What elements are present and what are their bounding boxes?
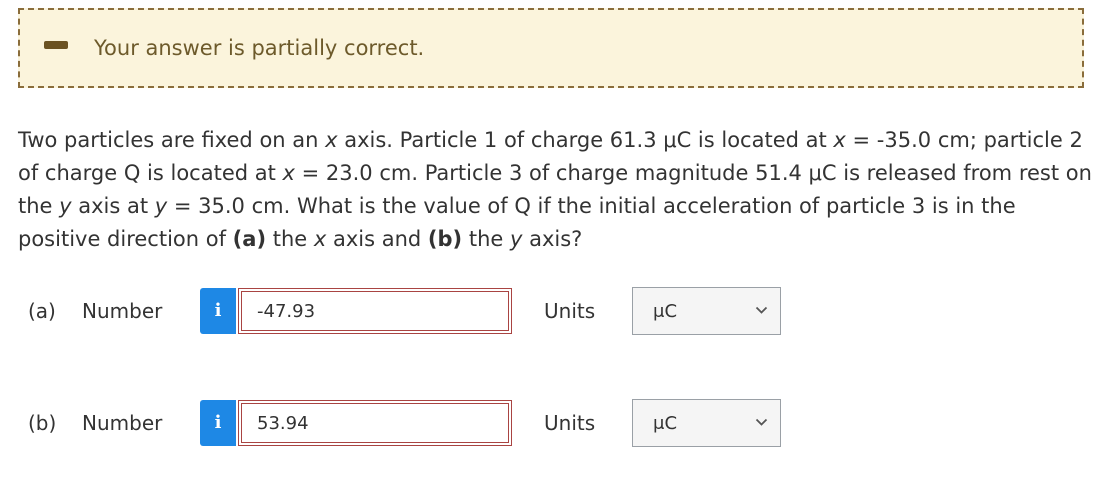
question-fragment: axis? <box>522 227 583 251</box>
question-variable: y <box>509 227 523 251</box>
part-label-a: (a) <box>28 299 56 323</box>
number-label-b: Number <box>82 411 163 435</box>
units-selected-value-a: μC <box>653 301 678 322</box>
info-icon[interactable]: i <box>200 400 236 446</box>
question-fragment: the <box>462 227 510 251</box>
units-selected-value-b: μC <box>653 413 678 434</box>
partial-correct-icon <box>44 41 68 49</box>
units-select-a[interactable]: μC <box>632 287 781 335</box>
question-fragment: axis. Particle 1 of charge 61.3 μC is lo… <box>337 128 834 152</box>
answer-input-a[interactable] <box>238 288 512 334</box>
chevron-down-icon <box>755 418 768 426</box>
answer-input-b[interactable] <box>238 400 512 446</box>
answer-row-a: (a) Number i Units μC <box>0 287 1114 337</box>
question-part-marker: (a) <box>232 227 267 251</box>
question-fragment: Two particles are fixed on an <box>18 128 326 152</box>
part-label-b: (b) <box>28 411 57 435</box>
answer-row-b: (b) Number i Units μC <box>0 399 1114 449</box>
units-select-b[interactable]: μC <box>632 399 781 447</box>
question-variable: y <box>154 194 168 218</box>
info-icon[interactable]: i <box>200 288 236 334</box>
question-fragment: axis at <box>71 194 155 218</box>
units-label-b: Units <box>544 411 596 435</box>
question-variable: y <box>59 194 72 218</box>
feedback-banner: Your answer is partially correct. <box>18 8 1084 88</box>
feedback-message: Your answer is partially correct. <box>94 36 425 60</box>
question-variable: x <box>313 227 327 251</box>
question-part-marker: (b) <box>427 227 463 251</box>
question-fragment: the <box>266 227 314 251</box>
question-variable: x <box>282 161 295 185</box>
units-label-a: Units <box>544 299 596 323</box>
chevron-down-icon <box>755 306 768 314</box>
question-fragment: axis and <box>326 227 428 251</box>
number-label-a: Number <box>82 299 163 323</box>
assignment-page: Your answer is partially correct. Two pa… <box>0 0 1114 490</box>
question-text: Two particles are fixed on an x axis. Pa… <box>18 124 1098 256</box>
question-variable: x <box>325 128 338 152</box>
question-variable: x <box>833 128 846 152</box>
